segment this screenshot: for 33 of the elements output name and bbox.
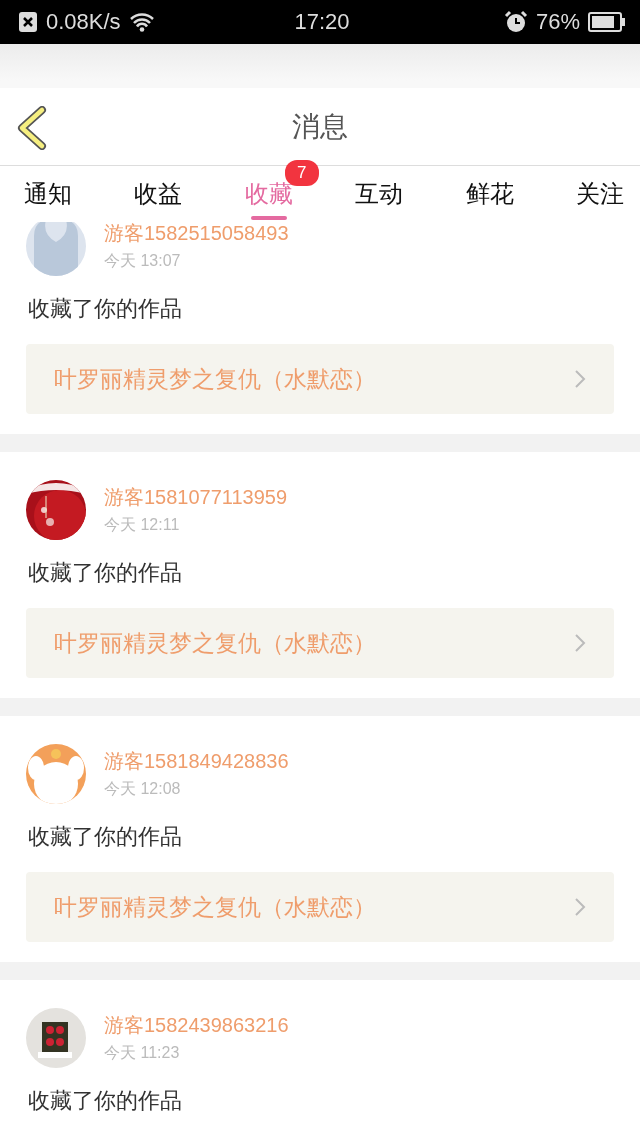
work-link[interactable]: 叶罗丽精灵梦之复仇（水默恋） — [26, 608, 614, 678]
avatar-icon — [26, 222, 86, 276]
battery-percent: 76% — [535, 9, 580, 35]
wifi-icon — [128, 12, 155, 32]
chevron-icon — [574, 897, 586, 917]
username[interactable]: 游客1581849428836 — [104, 748, 289, 775]
message-text: 收藏了你的作品 — [28, 295, 183, 323]
chevron-icon — [574, 369, 586, 389]
message-text: 收藏了你的作品 — [28, 1087, 183, 1115]
battery-icon — [588, 12, 626, 32]
tab[interactable]: 通知 — [20, 166, 76, 222]
message-text: 收藏了你的作品 — [28, 559, 183, 587]
message-text: 收藏了你的作品 — [28, 823, 183, 851]
tab[interactable]: 鲜花 — [461, 166, 518, 222]
tab-underline — [250, 216, 287, 220]
timestamp: 今天 12:11 — [104, 515, 181, 535]
clock: 17:20 — [293, 9, 351, 35]
page-title: 消息 — [292, 109, 348, 144]
tab[interactable]: 互动 — [351, 166, 408, 222]
network-speed: 0.08K/s — [46, 9, 121, 35]
tab[interactable]: 关注 — [571, 166, 628, 222]
sim-icon — [18, 11, 38, 33]
work-link[interactable]: 叶罗丽精灵梦之复仇（水默恋） — [26, 344, 614, 414]
timestamp: 今天 13:07 — [104, 251, 182, 271]
username[interactable]: 游客1582439863216 — [104, 1012, 289, 1039]
timestamp: 今天 11:23 — [104, 1043, 181, 1063]
chevron-icon — [574, 633, 586, 653]
alarm-icon — [503, 10, 528, 34]
tab[interactable]: 收益 — [130, 166, 187, 222]
work-link[interactable]: 叶罗丽精灵梦之复仇（水默恋） — [26, 872, 614, 942]
username[interactable]: 游客1582515058493 — [104, 222, 289, 247]
username[interactable]: 游客1581077113959 — [104, 484, 288, 511]
timestamp: 今天 12:08 — [104, 779, 182, 799]
